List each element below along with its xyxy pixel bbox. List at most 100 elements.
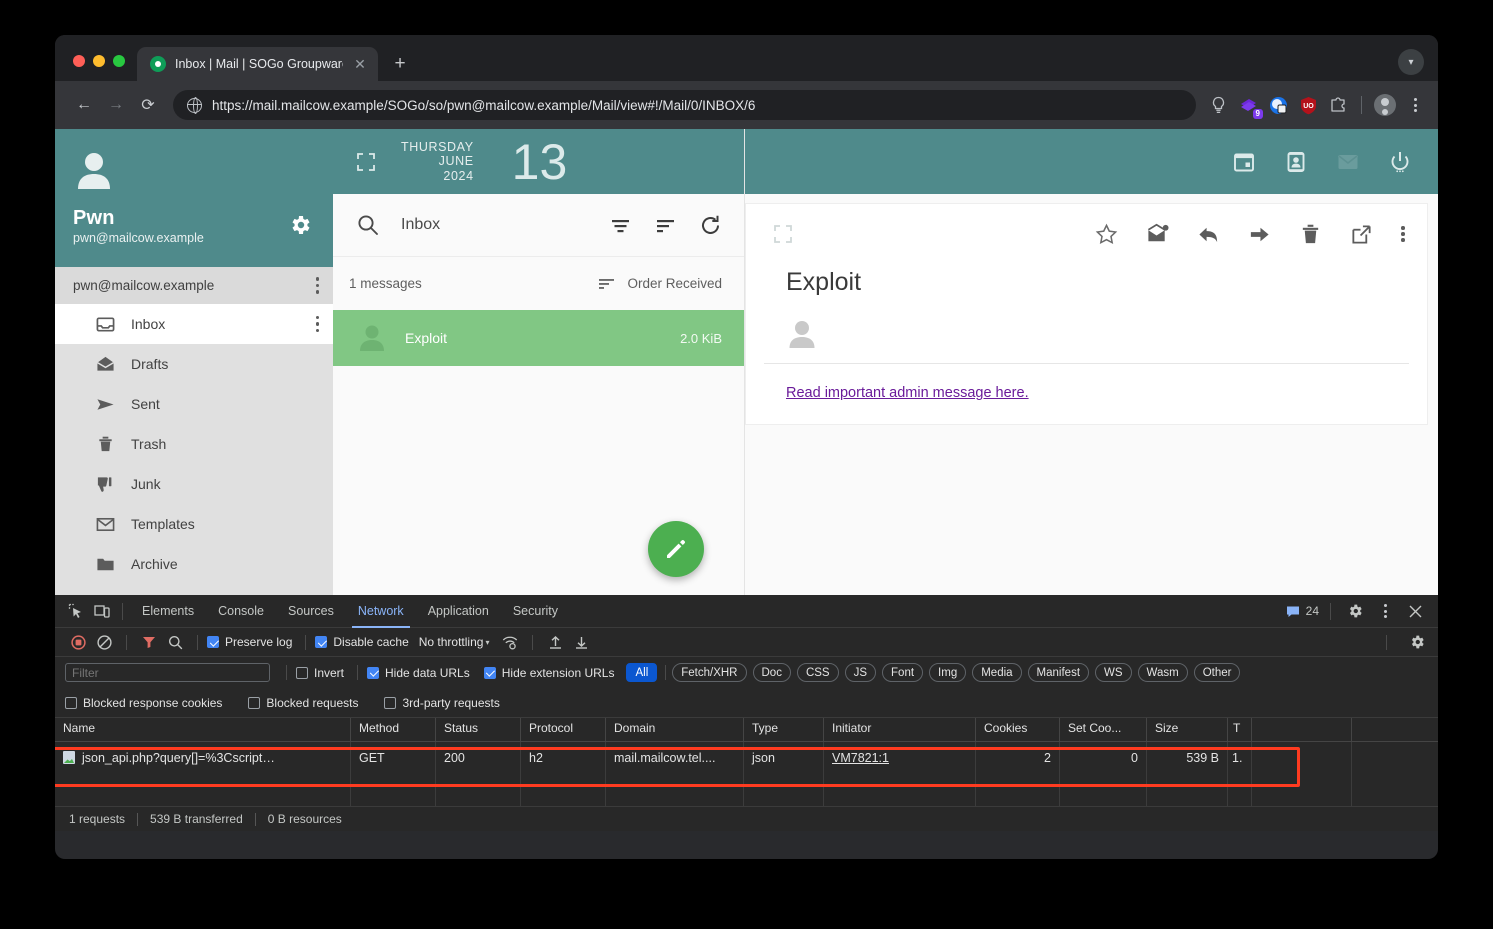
extensions-puzzle-icon[interactable] bbox=[1328, 95, 1349, 116]
contacts-icon[interactable] bbox=[1284, 150, 1308, 174]
lightbulb-extension-icon[interactable] bbox=[1208, 95, 1229, 116]
type-filter-wasm[interactable]: Wasm bbox=[1138, 663, 1188, 682]
tab-sources[interactable]: Sources bbox=[276, 595, 346, 628]
type-filter-all[interactable]: All bbox=[626, 663, 657, 682]
network-conditions-wifi-icon[interactable] bbox=[497, 630, 523, 654]
browser-menu-more-vertical-icon[interactable] bbox=[1405, 95, 1426, 116]
column-header-status[interactable]: Status bbox=[436, 718, 521, 741]
reload-button[interactable]: ⟳ bbox=[133, 90, 163, 120]
type-filter-css[interactable]: CSS bbox=[797, 663, 839, 682]
devtools-more-vertical-icon[interactable] bbox=[1372, 598, 1398, 624]
tab-network[interactable]: Network bbox=[346, 595, 416, 628]
column-header-waterfall[interactable] bbox=[1252, 718, 1352, 741]
type-filter-font[interactable]: Font bbox=[882, 663, 923, 682]
blocked-requests-checkbox[interactable]: Blocked requests bbox=[248, 696, 358, 710]
cell-name[interactable]: json_api.php?query[]=%3Cscript… bbox=[55, 742, 351, 774]
profile-avatar[interactable] bbox=[1374, 94, 1396, 116]
column-header-cookies[interactable]: Cookies bbox=[976, 718, 1060, 741]
mail-icon[interactable] bbox=[1336, 150, 1360, 174]
column-header-name[interactable]: Name bbox=[55, 718, 351, 741]
admin-message-link[interactable]: Read important admin message here. bbox=[786, 385, 1029, 401]
type-filter-manifest[interactable]: Manifest bbox=[1028, 663, 1089, 682]
search-input[interactable]: Inbox bbox=[401, 216, 587, 234]
type-filter-media[interactable]: Media bbox=[972, 663, 1021, 682]
preserve-log-checkbox[interactable]: Preserve log bbox=[207, 635, 292, 649]
record-network-log-icon[interactable] bbox=[65, 630, 91, 654]
calendar-icon[interactable] bbox=[1232, 150, 1256, 174]
invert-checkbox[interactable]: Invert bbox=[296, 666, 344, 680]
device-toolbar-icon[interactable] bbox=[89, 598, 115, 624]
sidebar-item-inbox[interactable]: Inbox bbox=[55, 304, 333, 344]
network-settings-gear-icon[interactable] bbox=[1404, 630, 1430, 654]
table-row[interactable]: json_api.php?query[]=%3Cscript… GET 200 … bbox=[55, 742, 1438, 774]
type-filter-js[interactable]: JS bbox=[845, 663, 876, 682]
sidebar-account-row[interactable]: pwn@mailcow.example bbox=[55, 267, 333, 304]
maximize-window-button[interactable] bbox=[113, 55, 125, 67]
throttling-select[interactable]: No throttling bbox=[419, 635, 484, 649]
import-har-icon[interactable] bbox=[542, 630, 568, 654]
initiator-link[interactable]: VM7821:1 bbox=[832, 751, 889, 765]
filter-funnel-icon[interactable] bbox=[136, 630, 162, 654]
sidebar-item-junk[interactable]: Junk bbox=[55, 464, 333, 504]
fullscreen-expand-icon[interactable] bbox=[357, 153, 375, 171]
tab-application[interactable]: Application bbox=[416, 595, 501, 628]
search-icon[interactable] bbox=[357, 214, 379, 236]
ublock-origin-shield-icon[interactable]: UO bbox=[1298, 95, 1319, 116]
delete-icon[interactable] bbox=[1299, 223, 1322, 246]
compose-message-button[interactable] bbox=[648, 521, 704, 577]
inspect-element-icon[interactable] bbox=[63, 598, 89, 624]
address-bar[interactable]: https://mail.mailcow.example/SOGo/so/pwn… bbox=[173, 90, 1196, 120]
cell-initiator[interactable]: VM7821:1 bbox=[824, 742, 976, 774]
tab-console[interactable]: Console bbox=[206, 595, 276, 628]
filter-messages-icon[interactable] bbox=[609, 214, 632, 237]
reply-icon[interactable] bbox=[1197, 223, 1220, 246]
close-devtools-icon[interactable] bbox=[1402, 598, 1428, 624]
message-expand-icon[interactable] bbox=[774, 225, 792, 243]
column-header-method[interactable]: Method bbox=[351, 718, 436, 741]
devtools-settings-gear-icon[interactable] bbox=[1342, 598, 1368, 624]
sidebar-item-archive[interactable]: Archive bbox=[55, 544, 333, 584]
console-message-count[interactable]: 24 bbox=[1286, 604, 1319, 618]
type-filter-ws[interactable]: WS bbox=[1095, 663, 1132, 682]
column-header-protocol[interactable]: Protocol bbox=[521, 718, 606, 741]
message-more-vertical-icon[interactable] bbox=[1401, 226, 1405, 242]
third-party-requests-checkbox[interactable]: 3rd-party requests bbox=[384, 696, 499, 710]
disable-cache-checkbox[interactable]: Disable cache bbox=[315, 635, 408, 649]
refresh-icon[interactable] bbox=[699, 214, 722, 237]
tab-security[interactable]: Security bbox=[501, 595, 570, 628]
sidebar-item-sent[interactable]: Sent bbox=[55, 384, 333, 424]
column-header-domain[interactable]: Domain bbox=[606, 718, 744, 741]
forward-icon[interactable] bbox=[1248, 223, 1271, 246]
column-header-size[interactable]: Size bbox=[1147, 718, 1228, 741]
sidebar-item-trash[interactable]: Trash bbox=[55, 424, 333, 464]
tab-list-chevron-down-icon[interactable]: ▾ bbox=[1398, 49, 1424, 75]
hide-extension-urls-checkbox[interactable]: Hide extension URLs bbox=[484, 666, 615, 680]
settings-gear-icon[interactable] bbox=[288, 213, 312, 237]
account-more-vertical-icon[interactable] bbox=[316, 277, 320, 294]
open-external-icon[interactable] bbox=[1350, 223, 1373, 246]
new-tab-button[interactable]: + bbox=[386, 49, 414, 77]
export-har-icon[interactable] bbox=[568, 630, 594, 654]
back-button[interactable]: ← bbox=[69, 90, 99, 120]
column-header-time[interactable]: T bbox=[1228, 718, 1252, 741]
sidebar-item-drafts[interactable]: Drafts bbox=[55, 344, 333, 384]
close-tab-button[interactable]: ✕ bbox=[352, 56, 368, 72]
column-header-set-cookies[interactable]: Set Coo... bbox=[1060, 718, 1147, 741]
clear-network-log-icon[interactable] bbox=[91, 630, 117, 654]
sort-messages-icon[interactable] bbox=[654, 214, 677, 237]
inbox-more-vertical-icon[interactable] bbox=[316, 316, 320, 333]
type-filter-other[interactable]: Other bbox=[1194, 663, 1241, 682]
hide-data-urls-checkbox[interactable]: Hide data URLs bbox=[367, 666, 470, 680]
tab-elements[interactable]: Elements bbox=[130, 595, 206, 628]
mark-unread-icon[interactable] bbox=[1146, 223, 1169, 246]
purple-ribbon-extension-icon[interactable]: 9 bbox=[1238, 95, 1259, 116]
blocked-response-cookies-checkbox[interactable]: Blocked response cookies bbox=[65, 696, 222, 710]
star-icon[interactable] bbox=[1095, 223, 1118, 246]
message-list-item[interactable]: Exploit 2.0 KiB bbox=[333, 310, 744, 366]
minimize-window-button[interactable] bbox=[93, 55, 105, 67]
search-requests-icon[interactable] bbox=[162, 630, 188, 654]
blue-circle-extension-icon[interactable] bbox=[1268, 95, 1289, 116]
chevron-down-icon[interactable]: ▾ bbox=[485, 638, 489, 647]
browser-tab[interactable]: Inbox | Mail | SOGo Groupware ✕ bbox=[137, 47, 378, 81]
column-header-type[interactable]: Type bbox=[744, 718, 824, 741]
